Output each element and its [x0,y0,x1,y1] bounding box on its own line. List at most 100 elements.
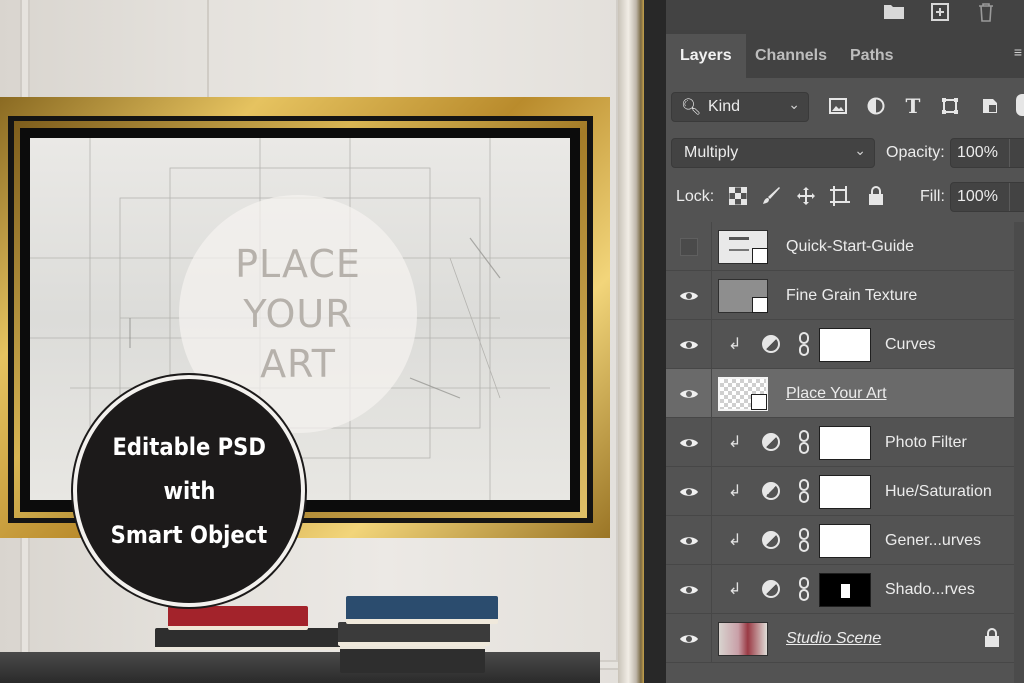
badge-line: Smart Object [110,521,268,549]
mask-white-area [841,584,850,598]
smart-object-filter-icon[interactable] [976,92,1004,120]
lock-image-pixels-brush-icon[interactable] [760,184,784,208]
layer-name: Hue/Saturation [885,483,992,500]
panel-menu-icon[interactable]: ≡ [1014,44,1022,60]
shape-filter-icon[interactable] [936,92,964,120]
layer-mask-thumbnail[interactable] [819,328,871,362]
mask-link-icon[interactable] [798,332,810,356]
editable-psd-badge: Editable PSD with Smart Object [73,375,305,607]
panel-top-toolbar [666,0,1024,30]
panel-tabs: Layers Channels Paths ≡ [666,30,1024,78]
mask-link-icon[interactable] [798,528,810,552]
visibility-toggle[interactable] [666,222,712,271]
layer-mask-thumbnail[interactable] [819,573,871,607]
opacity-input[interactable]: 100% [950,138,1024,168]
chevron-down-icon: ⌄ [854,142,866,158]
book [340,645,485,673]
smart-object-badge-icon [751,394,767,410]
eye-icon[interactable] [666,271,712,320]
chevron-down-icon: ⌄ [788,96,800,112]
eye-icon[interactable] [666,418,712,467]
fill-dropdown-divider [1009,183,1010,211]
layers-scrollbar[interactable] [1014,222,1024,683]
mask-link-icon[interactable] [798,430,810,454]
layer-row[interactable]: ↲ Photo Filter [666,418,1024,467]
adjustment-layer-icon [762,482,780,500]
layer-name: Curves [885,336,936,353]
layer-thumbnail [718,279,768,313]
side-trim [618,0,644,683]
layer-row[interactable]: ↲ Gener...urves [666,516,1024,565]
artboard-nesting-icon[interactable] [828,184,852,208]
mask-link-icon[interactable] [798,577,810,601]
tab-channels[interactable]: Channels [741,34,841,78]
layer-name: Gener...urves [885,532,982,549]
eye-icon[interactable] [666,614,712,663]
book [346,596,498,624]
badge-line: Editable PSD [112,433,266,461]
adjustment-layer-icon [762,580,780,598]
fill-label: Fill: [920,188,945,205]
book [168,606,308,630]
layer-row-selected[interactable]: Place Your Art [666,369,1024,418]
layer-name: Photo Filter [885,434,967,451]
marble-shelf [0,652,600,683]
lock-all-icon[interactable] [864,184,888,208]
layer-row[interactable]: Quick-Start-Guide [666,222,1024,271]
adjustment-filter-icon[interactable] [862,92,890,120]
delete-layer-trash-icon[interactable] [974,2,998,24]
placeholder-line: YOUR [243,292,353,336]
layer-mask-thumbnail[interactable] [819,475,871,509]
filter-toggle[interactable] [1016,94,1024,116]
fill-input[interactable]: 100% [950,182,1024,212]
lock-transparent-pixels-icon[interactable] [726,184,750,208]
layer-row[interactable]: ↲ Curves [666,320,1024,369]
new-layer-icon[interactable] [928,2,952,24]
smart-object-badge-icon [752,297,768,313]
opacity-value: 100% [957,144,998,161]
eye-icon[interactable] [666,565,712,614]
clipping-mask-arrow-icon: ↲ [728,483,742,500]
layer-row[interactable]: Studio Scene [666,614,1024,663]
lock-position-move-icon[interactable] [794,184,818,208]
layer-thumbnail [718,622,768,656]
adjustment-layer-icon [762,433,780,451]
eye-icon[interactable] [666,516,712,565]
new-group-folder-icon[interactable] [882,2,906,24]
clipping-mask-arrow-icon: ↲ [728,336,742,353]
document-canvas[interactable]: PLACE YOUR ART Editable PSD with Smart O… [0,0,644,683]
tab-layers[interactable]: Layers [666,34,746,78]
layer-locked-icon[interactable] [984,628,1000,648]
layer-row[interactable]: ↲ Shado...rves [666,565,1024,614]
eye-icon[interactable] [666,467,712,516]
book [155,628,340,650]
wall-seam [207,0,209,100]
eye-icon[interactable] [666,320,712,369]
blend-mode-select[interactable]: Multiply ⌄ [671,138,875,168]
guide-preview [729,237,749,251]
placeholder-line: PLACE [235,242,361,286]
clipping-mask-arrow-icon: ↲ [728,434,742,451]
layer-mask-thumbnail[interactable] [819,524,871,558]
image-filter-icon[interactable] [824,92,852,120]
layer-row[interactable]: Fine Grain Texture [666,271,1024,320]
tab-paths[interactable]: Paths [836,34,908,78]
layer-name: Quick-Start-Guide [786,238,915,255]
layer-name: Shado...rves [885,581,975,598]
filter-kind-label: Kind [708,98,741,115]
blend-mode-value: Multiply [684,144,739,161]
layer-name: Place Your Art [786,385,887,402]
type-filter-icon[interactable]: T [899,92,927,120]
hidden-visibility-box [679,237,698,256]
panel-divider[interactable] [644,0,666,683]
smart-object-badge-icon [752,248,768,264]
fill-value: 100% [957,188,998,205]
layer-mask-thumbnail[interactable] [819,426,871,460]
filter-kind-select[interactable]: 🔍︎ Kind ⌄ [671,92,809,122]
eye-icon[interactable] [666,369,712,418]
clipping-mask-arrow-icon: ↲ [728,581,742,598]
badge-line: with [163,477,215,505]
layer-row[interactable]: ↲ Hue/Saturation [666,467,1024,516]
mask-link-icon[interactable] [798,479,810,503]
search-icon: 🔍︎ [681,99,702,116]
